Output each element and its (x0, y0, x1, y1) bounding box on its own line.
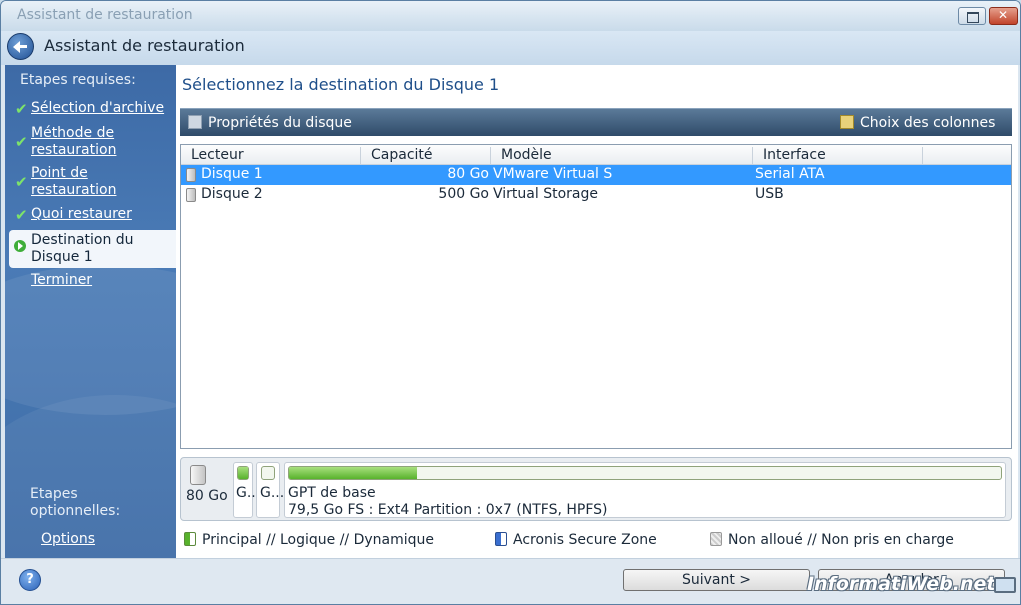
back-arrow-icon[interactable] (7, 33, 34, 60)
optional-steps-heading: Etapes optionnelles: (30, 486, 121, 519)
next-button[interactable]: Suivant > (623, 569, 810, 591)
title-bar: Assistant de restauration (1, 1, 1020, 31)
partition-small-1[interactable]: G... (233, 462, 260, 518)
sidebar-item-label: Point de restauration (31, 165, 117, 198)
disk-table: Lecteur Capacité Modèle Interface Disque… (180, 144, 1012, 449)
cell-model: VMware Virtual S (493, 166, 613, 182)
sidebar-item-options[interactable]: Options (9, 531, 176, 548)
page-title: Sélectionnez la destination du Disque 1 (182, 75, 500, 94)
column-header-capacity[interactable]: Capacité (361, 147, 491, 165)
check-icon: ✔ (15, 100, 28, 118)
watermark-logo: InformatiWeb.net (807, 573, 996, 595)
check-icon: ✔ (15, 133, 28, 151)
toolbar: Propriétés du disque Choix des colonnes (180, 108, 1012, 136)
column-header-interface[interactable]: Interface (753, 147, 923, 165)
partition-main[interactable]: GPT de base 79,5 Go FS : Ext4 Partition … (284, 462, 1006, 518)
partition-usage-fill (289, 467, 418, 479)
sidebar-item-label: Options (41, 531, 96, 547)
partition-type-label: GPT de base (288, 485, 376, 501)
check-icon: ✔ (15, 206, 28, 224)
sidebar-item-finish[interactable]: Terminer (9, 272, 176, 289)
restore-wizard-window: Assistant de restauration Assistant de r… (0, 0, 1021, 605)
secure-zone-swatch-icon (495, 532, 507, 546)
primary-partition-swatch-icon (184, 532, 196, 546)
sidebar-item-label: Destination du Disque 1 (31, 232, 134, 265)
disk-map: 80 Go G... G... GPT de base 79,5 Go FS :… (180, 457, 1012, 521)
cell-interface: USB (755, 186, 784, 202)
cell-model: Virtual Storage (493, 186, 598, 202)
wizard-header: Assistant de restauration (1, 31, 1020, 65)
legend-primary: Principal // Logique // Dynamique (184, 532, 434, 548)
help-icon[interactable]: ? (19, 569, 41, 591)
columns-icon (840, 115, 854, 129)
column-header-drive[interactable]: Lecteur (181, 147, 361, 165)
current-step-arrow-icon (14, 240, 26, 252)
partition-usage-bar (288, 466, 1002, 480)
partition-usage-bar (261, 466, 275, 480)
unallocated-swatch-icon (710, 532, 722, 546)
partition-label: G... (260, 485, 285, 501)
disk-properties-icon (188, 115, 202, 129)
disk-map-disk: 80 Go (185, 462, 229, 514)
laptop-icon (994, 577, 1016, 593)
sidebar-item-label: Sélection d'archive (31, 100, 165, 116)
cell-capacity: 80 Go (447, 166, 489, 182)
check-icon: ✔ (15, 173, 28, 191)
sidebar-item-label: Méthode de restauration (31, 125, 117, 158)
main-panel: Sélectionnez la destination du Disque 1 … (176, 65, 1018, 558)
sidebar-item-disk-destination[interactable]: Destination du Disque 1 (9, 230, 176, 268)
disk-properties-button[interactable]: Propriétés du disque (188, 115, 352, 131)
cell-drive: Disque 1 (201, 166, 263, 182)
legend-unallocated: Non alloué // Non pris en charge (710, 532, 954, 548)
window-title: Assistant de restauration (17, 7, 193, 23)
required-steps-heading: Etapes requises: (20, 72, 136, 88)
legend-secure-zone: Acronis Secure Zone (495, 532, 657, 548)
cell-drive: Disque 2 (201, 186, 263, 202)
partition-details-label: 79,5 Go FS : Ext4 Partition : 0x7 (NTFS,… (288, 502, 608, 518)
sidebar-item-restore-method[interactable]: ✔ Méthode de restauration (9, 125, 176, 159)
sidebar-item-what-to-restore[interactable]: ✔ Quoi restaurer (9, 206, 176, 224)
table-row-disk-2[interactable]: Disque 2 500 Go Virtual Storage USB (181, 185, 1011, 205)
cell-interface: Serial ATA (755, 166, 825, 182)
table-header: Lecteur Capacité Modèle Interface (181, 145, 1011, 165)
sidebar-item-label: Terminer (31, 272, 93, 288)
partition-small-2[interactable]: G... (256, 462, 284, 518)
choose-columns-button[interactable]: Choix des colonnes (840, 115, 995, 131)
sidebar-item-label: Quoi restaurer (31, 206, 132, 222)
hard-disk-icon (186, 188, 196, 202)
disk-size-label: 80 Go (186, 488, 228, 504)
sidebar-item-archive-selection[interactable]: ✔ Sélection d'archive (9, 100, 176, 118)
sidebar-item-restore-point[interactable]: ✔ Point de restauration (9, 165, 176, 199)
hard-disk-icon (190, 465, 206, 485)
restore-window-button[interactable] (958, 7, 986, 25)
partition-usage-bar (237, 466, 249, 480)
hard-disk-icon (186, 168, 196, 182)
column-header-model[interactable]: Modèle (491, 147, 753, 165)
close-window-button[interactable] (989, 7, 1018, 25)
steps-sidebar: Etapes requises: ✔ Sélection d'archive ✔… (5, 65, 176, 558)
wizard-title: Assistant de restauration (44, 36, 245, 55)
cell-capacity: 500 Go (438, 186, 489, 202)
table-row-disk-1[interactable]: Disque 1 80 Go VMware Virtual S Serial A… (181, 165, 1011, 185)
